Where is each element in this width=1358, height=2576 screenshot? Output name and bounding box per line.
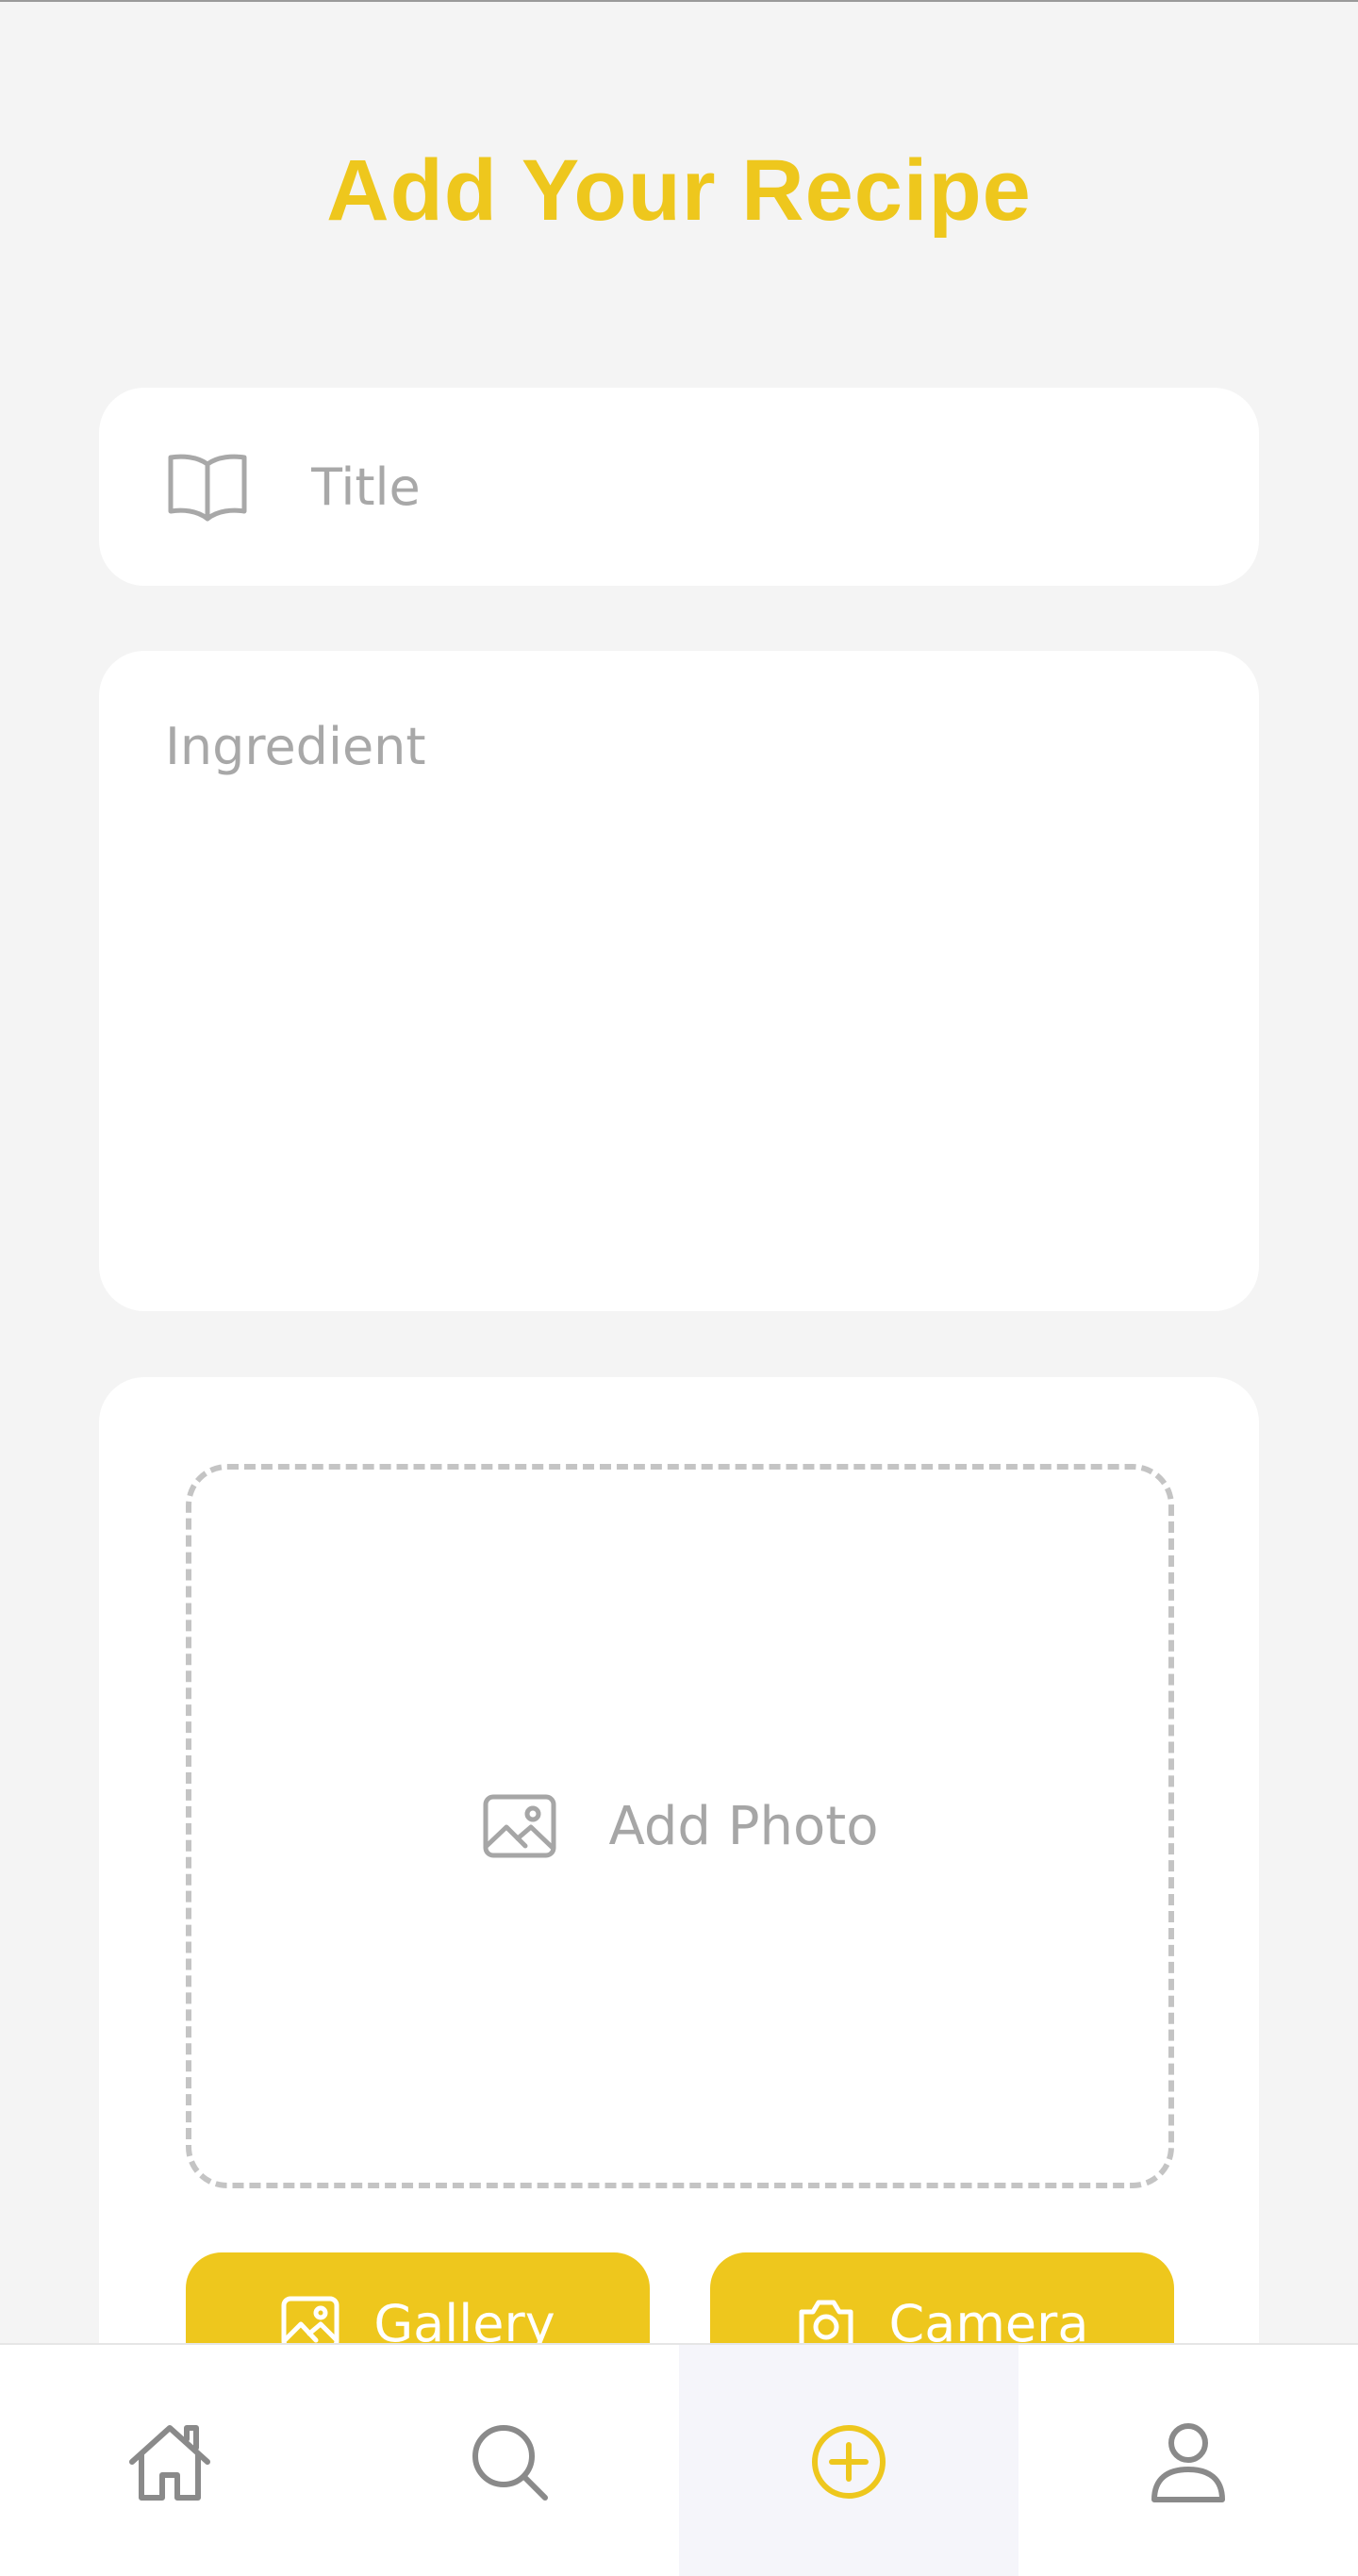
nav-add-recipe[interactable] [679,2345,1018,2576]
book-icon [168,454,247,522]
nav-profile[interactable] [1018,2345,1358,2576]
bottom-nav [0,2343,1358,2576]
title-input[interactable] [311,440,1217,534]
page-title: Add Your Recipe [326,142,1032,239]
ingredient-input[interactable] [165,717,1202,1264]
user-icon [1151,2422,1225,2502]
add-photo-dropzone[interactable]: Add Photo [186,1464,1174,2188]
nav-home[interactable] [0,2345,340,2576]
ingredient-field-card[interactable] [99,651,1259,1311]
search-icon [472,2424,548,2501]
status-bar-divider [0,0,1358,2]
add-photo-label: Add Photo [608,1795,879,1857]
title-field-card[interactable] [99,388,1259,586]
image-icon [483,1794,556,1858]
nav-search[interactable] [340,2345,679,2576]
home-icon [129,2424,210,2501]
plus-circle-icon [812,2424,886,2499]
